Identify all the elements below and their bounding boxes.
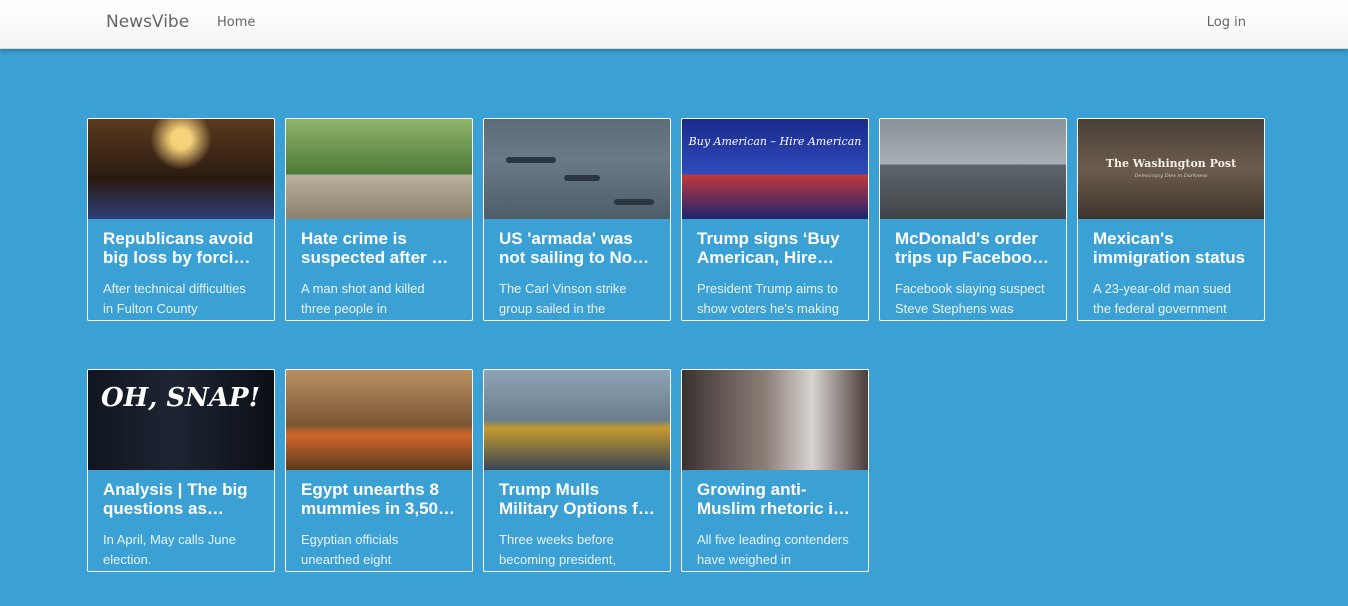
image-overlay-text: OH, SNAP! [101, 383, 260, 413]
article-description: A 23-year-old man sued the federal gover… [1093, 281, 1232, 316]
article-title[interactable]: McDonald's order trips up Facebook kille… [895, 229, 1051, 267]
article-body: US 'armada' was not sailing to North Kor… [484, 219, 670, 319]
article-card[interactable]: OH, SNAP! Analysis | The big questions a… [87, 369, 275, 572]
article-body: Growing anti-Muslim rhetoric in France A… [682, 470, 868, 570]
article-image [484, 119, 670, 219]
article-description: A man shot and killed three people in [301, 281, 425, 316]
article-description: Facebook slaying suspect Steve Stephens … [895, 281, 1045, 316]
article-body: Analysis | The big questions as Britain … [88, 470, 274, 570]
article-title[interactable]: Mexican's immigration status [1093, 229, 1249, 267]
article-grid: Republicans avoid big loss by forcing ru… [87, 118, 1267, 572]
article-description: Egyptian officials unearthed eight [301, 532, 399, 567]
article-body: Hate crime is suspected after a killing … [286, 219, 472, 319]
article-description: President Trump aims to show voters he's… [697, 281, 839, 316]
article-card[interactable]: Egypt unearths 8 mummies in 3,500-year-o… [285, 369, 473, 572]
article-title[interactable]: Republicans avoid big loss by forcing ru… [103, 229, 259, 267]
nav-home-link[interactable]: Home [217, 15, 255, 30]
article-description: In April, May calls June election. [103, 532, 236, 567]
article-title[interactable]: Growing anti-Muslim rhetoric in France [697, 480, 853, 518]
article-card[interactable]: Buy American – Hire American Trump signs… [681, 118, 869, 321]
article-card[interactable]: McDonald's order trips up Facebook kille… [879, 118, 1067, 321]
article-body: Mexican's immigration status A 23-year-o… [1078, 219, 1264, 319]
top-navbar: NewsVibe Home Log in [0, 0, 1348, 49]
article-title[interactable]: Analysis | The big questions as Britain … [103, 480, 259, 518]
article-image [286, 119, 472, 219]
washington-post-logo: The Washington Post [1105, 157, 1237, 170]
article-card[interactable]: The Washington Post Democracy Dies in Da… [1077, 118, 1265, 321]
article-description: All five leading contenders have weighed… [697, 532, 849, 567]
article-description: After technical difficulties in Fulton C… [103, 281, 246, 316]
article-image: Buy American – Hire American [682, 119, 868, 219]
article-image: The Washington Post Democracy Dies in Da… [1078, 119, 1264, 219]
article-card[interactable]: Hate crime is suspected after a killing … [285, 118, 473, 321]
article-card[interactable]: Trump Mulls Military Options for North K… [483, 369, 671, 572]
image-banner-text: Buy American – Hire American [688, 135, 862, 148]
article-card[interactable]: Growing anti-Muslim rhetoric in France A… [681, 369, 869, 572]
nav-login-link[interactable]: Log in [1207, 15, 1246, 30]
article-title[interactable]: Trump Mulls Military Options for North K… [499, 480, 655, 518]
article-body: Republicans avoid big loss by forcing ru… [88, 219, 274, 319]
washington-post-tagline: Democracy Dies in Darkness [1134, 173, 1208, 179]
article-image [682, 370, 868, 470]
article-image: OH, SNAP! [88, 370, 274, 470]
article-title[interactable]: Trump signs ‘Buy American, Hire American… [697, 229, 853, 267]
article-title[interactable]: US 'armada' was not sailing to North Kor… [499, 229, 655, 267]
ship-shape [564, 175, 600, 181]
brand-link[interactable]: NewsVibe [106, 12, 189, 32]
article-image [286, 370, 472, 470]
article-description: Three weeks before becoming president, [499, 532, 617, 567]
ship-shape [506, 157, 556, 163]
article-image [484, 370, 670, 470]
article-title[interactable]: Hate crime is suspected after a killing [301, 229, 457, 267]
article-body: Egypt unearths 8 mummies in 3,500-year-o… [286, 470, 472, 570]
article-description: The Carl Vinson strike group sailed in t… [499, 281, 627, 316]
article-card[interactable]: Republicans avoid big loss by forcing ru… [87, 118, 275, 321]
article-body: McDonald's order trips up Facebook kille… [880, 219, 1066, 319]
article-image [88, 119, 274, 219]
article-image [880, 119, 1066, 219]
article-card[interactable]: US 'armada' was not sailing to North Kor… [483, 118, 671, 321]
ship-shape [614, 199, 654, 205]
article-body: Trump Mulls Military Options for North K… [484, 470, 670, 570]
article-body: Trump signs ‘Buy American, Hire American… [682, 219, 868, 319]
article-title[interactable]: Egypt unearths 8 mummies in 3,500-year-o… [301, 480, 457, 518]
